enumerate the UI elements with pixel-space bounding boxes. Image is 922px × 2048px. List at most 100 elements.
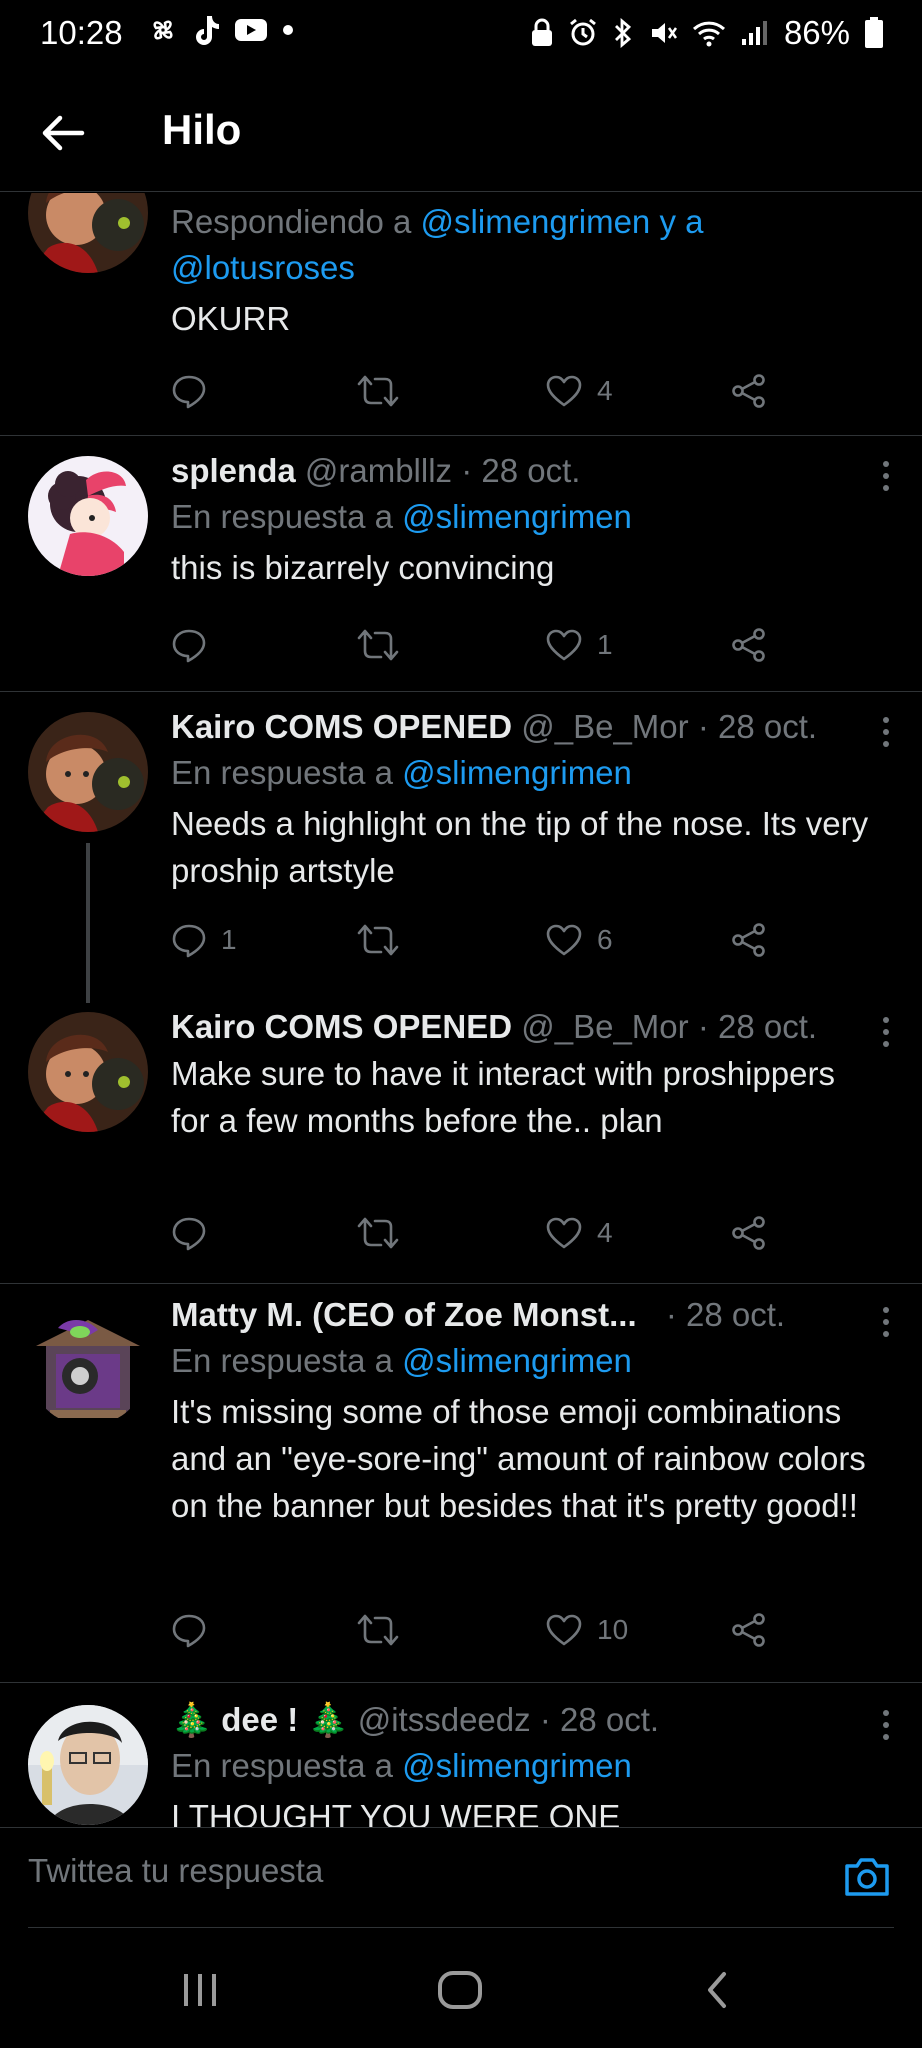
status-bar: 10:28 86% — [0, 0, 922, 68]
tweet-header: 🎄 dee ! 🎄 @itssdeedz · 28 oct. — [171, 1697, 882, 1743]
back-chevron-icon — [708, 1972, 726, 2008]
share-button[interactable] — [731, 915, 767, 965]
recents-button[interactable] — [180, 1970, 220, 2010]
tweet-header: Kairo COMS OPENED @_Be_Mor · 28 oct. — [171, 1004, 882, 1050]
avatar[interactable] — [28, 712, 148, 832]
reply-context: Respondiendo a @slimengrimen y a @lotusr… — [171, 199, 882, 291]
tweet[interactable]: Kairo COMS OPENED @_Be_Mor · 28 oct. En … — [0, 692, 922, 994]
reply-context: En respuesta a @slimengrimen — [171, 1338, 882, 1384]
mention-link[interactable]: @slimengrimen — [402, 1342, 632, 1379]
reply-button[interactable] — [171, 366, 207, 416]
like-button[interactable]: 10 — [545, 1605, 628, 1655]
arrow-left-icon — [42, 115, 85, 151]
like-button[interactable]: 4 — [545, 1208, 613, 1258]
avatar[interactable] — [28, 456, 148, 576]
reply-context: En respuesta a @slimengrimen — [171, 1743, 882, 1789]
like-button[interactable]: 4 — [545, 366, 613, 416]
tweet-header: splenda @ramblllz · 28 oct. — [171, 448, 882, 494]
tweet-actions: 1 — [171, 620, 791, 670]
back-nav-button[interactable] — [702, 1970, 732, 2010]
share-button[interactable] — [731, 1605, 767, 1655]
like-count: 6 — [597, 924, 613, 955]
mention-link[interactable]: @slimengrimen — [421, 203, 651, 240]
reply-button[interactable] — [171, 620, 207, 670]
mention-link[interactable]: @slimengrimen — [402, 1747, 632, 1784]
camera-button[interactable] — [842, 1852, 892, 1902]
more-vertical-icon[interactable] — [876, 1302, 896, 1342]
tweet-date: 28 oct. — [686, 1296, 786, 1333]
tweet-text: I THOUGHT YOU WERE ONE — [171, 1798, 621, 1827]
retweet-icon — [357, 1217, 399, 1249]
mention-link[interactable]: @lotusroses — [171, 249, 355, 286]
avatar[interactable] — [28, 1705, 148, 1825]
display-name[interactable]: 🎄 dee ! 🎄 — [171, 1701, 349, 1738]
user-handle[interactable]: @ramblllz — [305, 452, 452, 489]
system-nav-bar — [0, 1928, 922, 2048]
retweet-icon — [357, 629, 399, 661]
retweet-button[interactable] — [357, 1605, 399, 1655]
retweet-button[interactable] — [357, 620, 399, 670]
more-vertical-icon[interactable] — [876, 456, 896, 496]
display-name[interactable]: splenda — [171, 452, 296, 489]
retweet-button[interactable] — [357, 1208, 399, 1258]
retweet-button[interactable] — [357, 915, 399, 965]
heart-icon — [546, 629, 582, 661]
display-name[interactable]: Kairo COMS OPENED — [171, 708, 512, 745]
reply-button[interactable] — [171, 1605, 207, 1655]
display-name[interactable]: Matty M. (CEO of Zoe Monst... — [171, 1296, 637, 1333]
notification-icons — [148, 14, 294, 46]
status-time: 10:28 — [40, 14, 123, 51]
reply-prefix: En respuesta a — [171, 1342, 393, 1379]
user-handle[interactable]: @itssdeedz — [358, 1701, 531, 1738]
share-button[interactable] — [731, 620, 767, 670]
bluetooth-icon — [614, 18, 631, 48]
app-bar: Hilo — [0, 68, 922, 192]
tweet-header: Matty M. (CEO of Zoe Monst... · 28 oct. — [171, 1292, 882, 1338]
reply-bubble-icon — [172, 1217, 206, 1251]
share-icon — [732, 374, 765, 408]
tweet[interactable]: 🎄 dee ! 🎄 @itssdeedz · 28 oct. En respue… — [0, 1683, 922, 1827]
avatar[interactable] — [28, 1306, 148, 1426]
mention-link[interactable]: @slimengrimen — [402, 754, 632, 791]
retweet-icon — [357, 375, 399, 407]
reply-button[interactable] — [171, 1208, 207, 1258]
reply-button[interactable]: 1 — [171, 915, 237, 965]
mention-link[interactable]: @slimengrimen — [402, 498, 632, 535]
notification-dot-icon — [283, 25, 293, 35]
share-icon — [732, 1613, 765, 1647]
tweet-actions: 10 — [171, 1605, 791, 1655]
user-handle[interactable]: @_Be_Mor — [521, 1008, 688, 1045]
like-button[interactable]: 1 — [545, 620, 613, 670]
tweet-text: this is bizarrely convincing — [171, 549, 555, 586]
fan-icon — [153, 20, 173, 40]
more-vertical-icon[interactable] — [876, 1705, 896, 1745]
avatar[interactable] — [28, 1012, 148, 1132]
tweet[interactable]: Respondiendo a @slimengrimen y a @lotusr… — [0, 193, 922, 435]
retweet-button[interactable] — [357, 366, 399, 416]
tweet-text: OKURR — [171, 300, 291, 337]
like-button[interactable]: 6 — [545, 915, 613, 965]
more-vertical-icon[interactable] — [876, 712, 896, 752]
tweet[interactable]: Matty M. (CEO of Zoe Monst... · 28 oct. … — [0, 1284, 922, 1682]
like-count: 10 — [597, 1614, 629, 1645]
separator-dot: · — [461, 452, 473, 489]
tweet[interactable]: splenda @ramblllz · 28 oct. En respuesta… — [0, 436, 922, 691]
display-name[interactable]: Kairo COMS OPENED — [171, 1008, 512, 1045]
share-button[interactable] — [731, 1208, 767, 1258]
heart-icon — [546, 375, 582, 407]
home-button[interactable] — [437, 1970, 483, 2010]
like-count: 4 — [597, 1217, 613, 1248]
avatar[interactable] — [28, 193, 148, 273]
tweet-actions: 4 — [171, 1208, 791, 1258]
share-button[interactable] — [731, 366, 767, 416]
more-vertical-icon[interactable] — [876, 1012, 896, 1052]
share-icon — [732, 1216, 765, 1250]
separator-dot: · — [697, 1008, 709, 1045]
separator-dot: · — [665, 1296, 677, 1333]
thread-feed[interactable]: Respondiendo a @slimengrimen y a @lotusr… — [0, 193, 922, 1827]
user-handle[interactable]: @_Be_Mor — [521, 708, 688, 745]
back-button[interactable] — [38, 108, 88, 158]
tweet-date: 28 oct. — [559, 1701, 660, 1738]
heart-icon — [546, 924, 582, 956]
reply-input[interactable]: Twittea tu respuesta — [28, 1852, 323, 1890]
